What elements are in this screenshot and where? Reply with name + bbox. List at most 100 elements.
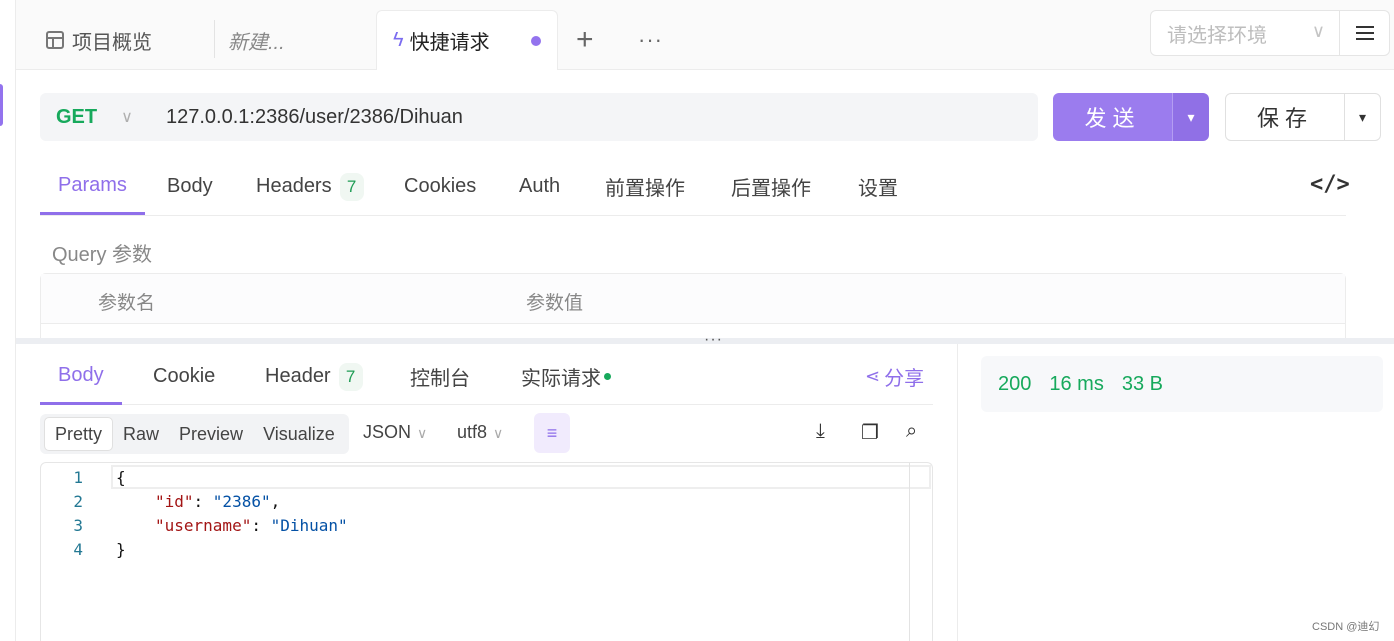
tab-pre-operations[interactable]: 前置操作 [605, 158, 685, 215]
line-number: 3 [73, 515, 83, 535]
tab-project-overview[interactable]: 项目概览 [46, 10, 152, 70]
json-value: "2386" [212, 491, 271, 511]
save-options-button[interactable]: ▾ [1344, 93, 1381, 141]
environment-placeholder: 请选择环境 [1167, 24, 1267, 47]
send-button[interactable]: 发送 [1053, 93, 1172, 141]
chevron-down-icon: ∨ [1311, 21, 1325, 41]
response-body-editor[interactable]: 1 { 2 "id": "2386", 3 "username": "Dihua… [40, 462, 933, 641]
json-comma: , [270, 491, 281, 511]
lightning-icon: ϟ [393, 29, 404, 51]
editor-scrollbar[interactable] [909, 463, 910, 641]
tab-body[interactable]: Body [167, 158, 213, 215]
code-icon[interactable]: </> [1310, 172, 1350, 197]
url-input[interactable] [166, 105, 1016, 129]
tab-console[interactable]: 控制台 [410, 348, 470, 405]
json-key: "username" [155, 515, 252, 535]
tab-quick-request-label: 快捷请求 [409, 32, 490, 54]
encoding-label: utf8 [457, 422, 488, 442]
save-button[interactable]: 保存 [1225, 93, 1345, 141]
column-param-name: 参数名 [98, 293, 156, 314]
response-tabs: Body Cookie Header 7 控制台 实际请求 [40, 348, 933, 405]
line-number: 2 [73, 491, 83, 511]
tab-new-label: 新建... [228, 31, 285, 54]
tab-response-header[interactable]: Header 7 [265, 348, 363, 405]
wrap-icon: ≡ [546, 422, 558, 443]
json-separator: : [193, 491, 213, 511]
format-label: JSON [363, 422, 412, 442]
tab-response-header-label: Header [265, 365, 331, 387]
json-key: "id" [155, 491, 194, 511]
code-text: } [116, 539, 126, 559]
column-param-value: 参数值 [526, 293, 584, 314]
share-button[interactable]: ⋖ 分享 [865, 362, 924, 391]
view-mode-toggle: Pretty Raw Preview Visualize [40, 414, 349, 454]
add-tab-button[interactable]: + [576, 10, 594, 70]
request-tabs: Params Body Headers 7 Cookies Auth 前置操作 … [40, 158, 1350, 216]
tab-post-operations[interactable]: 后置操作 [731, 158, 811, 215]
tab-actual-request-label: 实际请求 [521, 368, 601, 390]
line-number: 1 [73, 467, 83, 487]
drag-handle-icon[interactable]: ··· [704, 331, 723, 349]
chevron-down-icon: ▾ [1187, 108, 1195, 125]
response-size: 33 B [1121, 372, 1163, 395]
copy-icon[interactable]: ❐ [861, 420, 879, 445]
tab-quick-request[interactable]: ϟ 快捷请求 [376, 10, 558, 70]
left-rail-indicator [0, 84, 3, 126]
status-code: 200 [998, 372, 1032, 395]
tab-auth[interactable]: Auth [519, 158, 560, 215]
view-mode-visualize[interactable]: Visualize [253, 417, 345, 451]
word-wrap-button[interactable]: ≡ [534, 413, 570, 453]
code-line: 3 "username": "Dihuan" [41, 513, 347, 537]
more-icon: ··· [638, 27, 663, 52]
view-mode-raw[interactable]: Raw [113, 417, 169, 451]
response-status: 200 16 ms 33 B [981, 356, 1383, 412]
chevron-down-icon: ∨ [417, 425, 428, 441]
query-params-label: Query 参数 [52, 244, 153, 266]
json-value: "Dihuan" [270, 515, 348, 535]
send-options-button[interactable]: ▾ [1172, 93, 1209, 141]
table-header: 参数名 参数值 [41, 274, 1345, 324]
chevron-down-icon: ▾ [1358, 108, 1367, 125]
menu-button[interactable] [1340, 10, 1390, 56]
status-dot [604, 373, 611, 380]
download-icon[interactable]: ⤓ [816, 420, 825, 443]
method-select[interactable]: GET ∨ [40, 93, 150, 141]
tab-params[interactable]: Params [40, 158, 145, 215]
chevron-down-icon: ∨ [121, 109, 133, 126]
code-text: "username": "Dihuan" [155, 516, 348, 535]
code-line: 2 "id": "2386", [41, 489, 280, 513]
encoding-select[interactable]: utf8 ∨ [457, 422, 503, 443]
layout-icon [46, 31, 64, 49]
tab-headers-label: Headers [256, 175, 332, 197]
tab-new[interactable]: 新建... [228, 10, 285, 70]
code-line: 4 } [41, 537, 125, 561]
tab-actual-request[interactable]: 实际请求 [521, 348, 611, 405]
code-text: "id": "2386", [155, 492, 280, 511]
response-time: 16 ms [1049, 372, 1104, 395]
app-root: 项目概览 新建... ϟ 快捷请求 + ··· 请选择环境 ∨ GET ∨ 发送 [0, 0, 1394, 641]
url-bar: GET ∨ [40, 93, 1038, 141]
tab-cookies[interactable]: Cookies [404, 158, 476, 215]
format-select[interactable]: JSON ∨ [363, 422, 427, 443]
headers-count-badge: 7 [339, 172, 364, 201]
more-tabs-button[interactable]: ··· [638, 10, 663, 70]
unsaved-dot [531, 36, 541, 46]
tab-headers[interactable]: Headers 7 [256, 158, 364, 215]
share-label: 分享 [884, 368, 925, 390]
search-icon[interactable]: ⌕ [906, 420, 917, 443]
method-label: GET [56, 105, 98, 128]
watermark: CSDN @迪幻 [1312, 621, 1380, 633]
share-icon: ⋖ [865, 366, 881, 386]
environment-select[interactable]: 请选择环境 ∨ [1150, 10, 1340, 56]
tab-project-overview-label: 项目概览 [72, 31, 152, 54]
line-number: 4 [73, 539, 83, 559]
tab-response-body[interactable]: Body [40, 348, 122, 405]
view-mode-pretty[interactable]: Pretty [44, 417, 114, 451]
tab-response-cookie[interactable]: Cookie [153, 348, 215, 405]
view-mode-preview[interactable]: Preview [169, 417, 253, 451]
query-params-table: 参数名 参数值 [40, 273, 1346, 338]
tab-settings[interactable]: 设置 [858, 158, 898, 215]
header-count-badge: 7 [338, 362, 363, 391]
current-line-highlight [111, 465, 931, 489]
hamburger-icon [1355, 26, 1374, 40]
